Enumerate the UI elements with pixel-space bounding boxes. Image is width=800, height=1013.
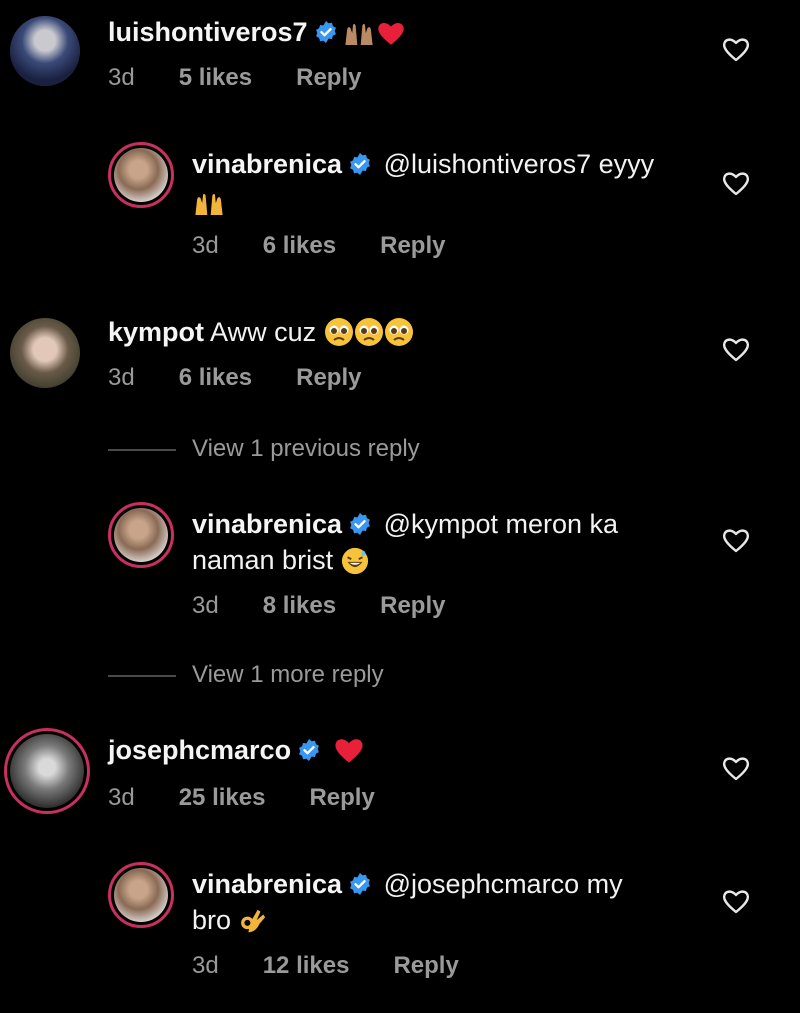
username[interactable]: josephcmarco (108, 735, 291, 765)
like-heart-icon[interactable] (722, 755, 750, 781)
comment-text: Aww cuz (210, 317, 317, 347)
reply-button[interactable]: Reply (296, 64, 361, 92)
verified-badge-icon (348, 152, 372, 176)
comment-time: 3d (192, 592, 219, 619)
likes-count[interactable]: 25 likes (179, 784, 266, 812)
username[interactable]: vinabrenica (192, 509, 342, 539)
like-heart-icon[interactable] (722, 36, 750, 62)
likes-count[interactable]: 6 likes (263, 232, 336, 260)
reply-button[interactable]: Reply (393, 952, 458, 980)
comment-text-line2: naman brist (192, 545, 334, 575)
reply-button[interactable]: Reply (380, 592, 445, 620)
avatar[interactable] (108, 862, 174, 928)
raising-hands-emoji (342, 21, 376, 47)
comment-time: 3d (108, 364, 135, 391)
like-heart-icon[interactable] (722, 170, 750, 196)
divider (108, 449, 176, 451)
likes-count[interactable]: 12 likes (263, 952, 350, 980)
comment-time: 3d (108, 64, 135, 91)
grinning-sweat-emoji (341, 547, 369, 575)
comment-text: @luishontiveros7 eyyy (383, 149, 655, 179)
comment-time: 3d (108, 784, 135, 811)
avatar[interactable] (108, 142, 174, 208)
view-more-reply-link[interactable]: View 1 more reply (192, 661, 384, 689)
like-heart-icon[interactable] (722, 336, 750, 362)
verified-badge-icon (348, 872, 372, 896)
like-heart-icon[interactable] (722, 527, 750, 553)
ok-hand-emoji (239, 907, 267, 935)
avatar[interactable] (4, 728, 90, 814)
username[interactable]: vinabrenica (192, 869, 342, 899)
reply-button[interactable]: Reply (380, 232, 445, 260)
verified-badge-icon (348, 512, 372, 536)
likes-count[interactable]: 8 likes (263, 592, 336, 620)
red-heart-emoji (376, 19, 406, 47)
username[interactable]: kympot (108, 317, 204, 347)
avatar[interactable] (10, 16, 80, 86)
verified-badge-icon (297, 738, 321, 762)
pleading-face-emoji (324, 317, 354, 347)
comment-time: 3d (192, 232, 219, 259)
divider (108, 675, 176, 677)
raising-hands-emoji (192, 191, 226, 217)
view-previous-reply-link[interactable]: View 1 previous reply (192, 435, 420, 463)
likes-count[interactable]: 5 likes (179, 64, 252, 92)
comment-text-line1: @kympot meron ka (383, 509, 619, 539)
comment-time: 3d (192, 952, 219, 979)
comment-text-line1: @josephcmarco my (383, 869, 623, 899)
username[interactable]: vinabrenica (192, 149, 342, 179)
pleading-face-emoji (384, 317, 414, 347)
username[interactable]: luishontiveros7 (108, 17, 308, 47)
like-heart-icon[interactable] (722, 888, 750, 914)
likes-count[interactable]: 6 likes (179, 364, 252, 392)
comment-text-line2: bro (192, 905, 232, 935)
pleading-face-emoji (354, 317, 384, 347)
verified-badge-icon (314, 20, 338, 44)
reply-button[interactable]: Reply (296, 364, 361, 392)
avatar[interactable] (108, 502, 174, 568)
avatar[interactable] (10, 318, 80, 388)
red-heart-emoji (333, 735, 365, 765)
reply-button[interactable]: Reply (309, 784, 374, 812)
